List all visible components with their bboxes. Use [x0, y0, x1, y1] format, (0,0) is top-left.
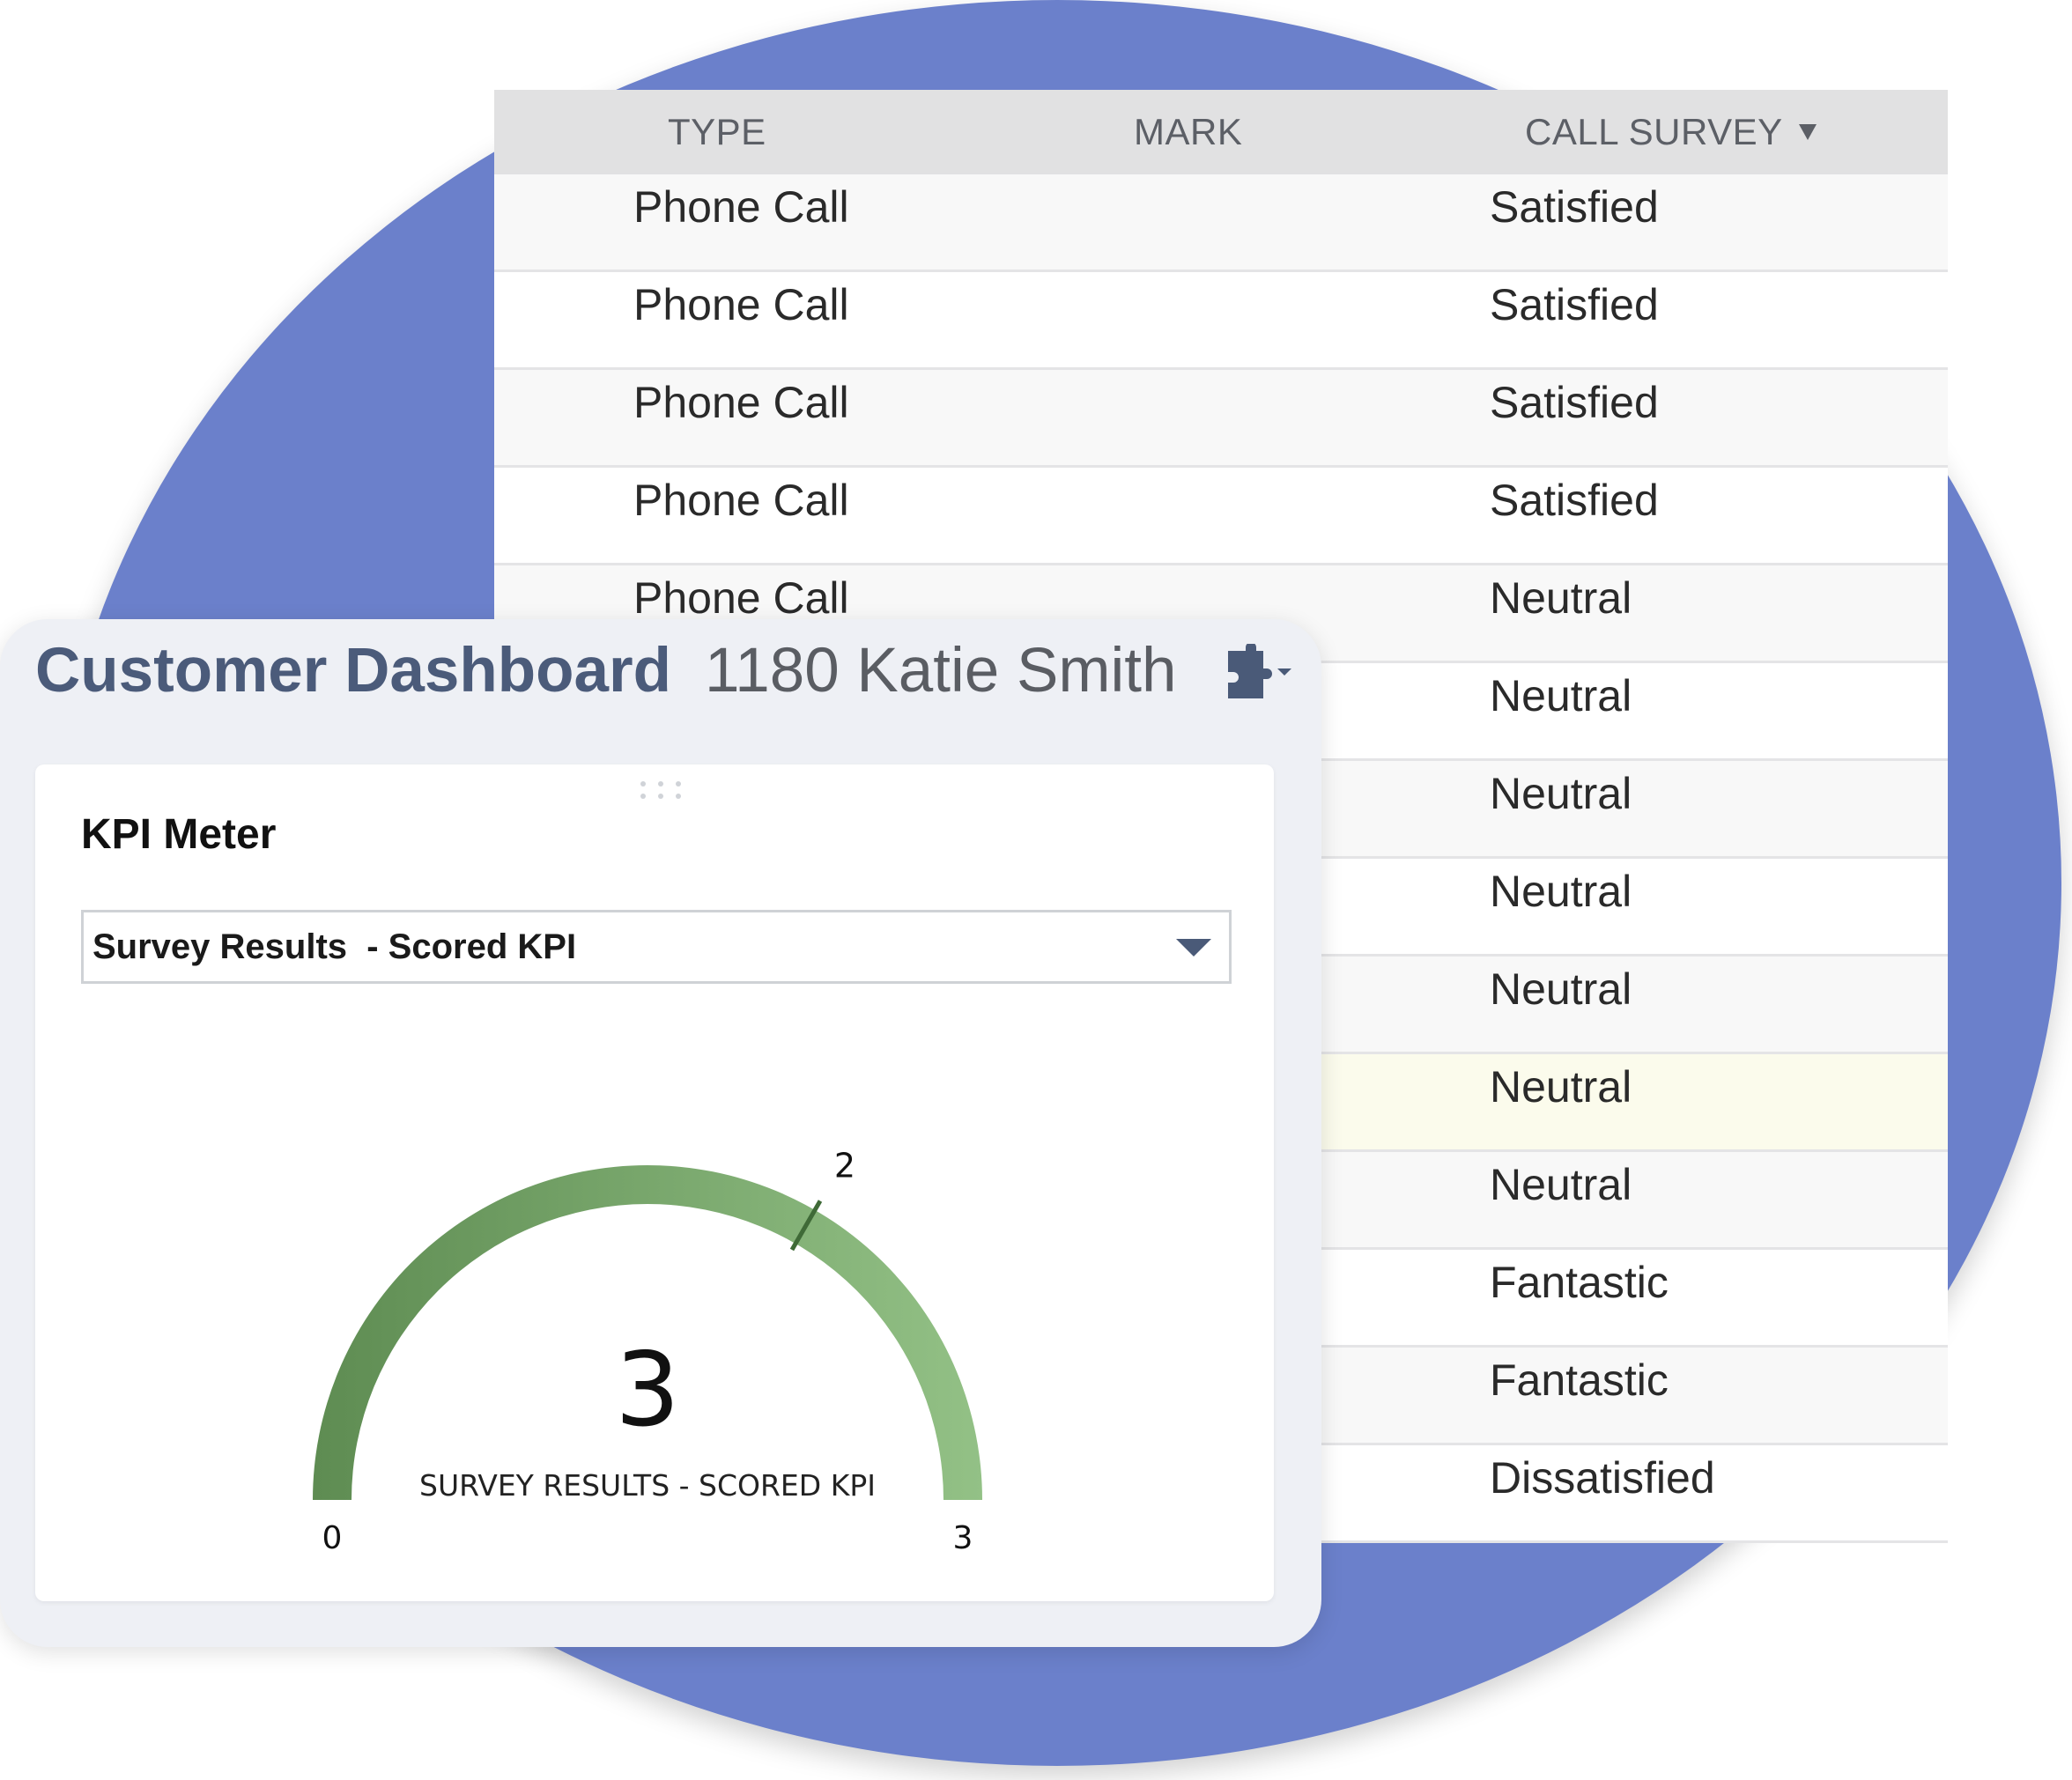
- gauge-max-label: 3: [953, 1520, 973, 1556]
- cell-call-survey: Neutral: [1490, 573, 1632, 623]
- cell-call-survey: Neutral: [1490, 671, 1632, 720]
- cell-call-survey: Fantastic: [1490, 1258, 1669, 1307]
- gauge-min-label: 0: [322, 1520, 343, 1556]
- table-row[interactable]: Phone Call Satisfied: [494, 174, 1948, 272]
- table-header: TYPE MARK CALL SURVEY: [494, 90, 1948, 174]
- customer-name: 1180 Katie Smith: [705, 636, 1177, 705]
- kpi-select[interactable]: Survey Results - Scored KPI: [81, 910, 1232, 984]
- cell-call-survey: Fantastic: [1490, 1355, 1669, 1405]
- cell-type: Phone Call: [633, 182, 849, 232]
- kpi-meter-card: KPI Meter Survey Results - Scored KPI 2 …: [35, 764, 1274, 1601]
- chevron-down-icon[interactable]: [1176, 939, 1211, 956]
- column-header-call-survey[interactable]: CALL SURVEY: [1525, 90, 1817, 174]
- drag-handle-icon[interactable]: [634, 777, 687, 803]
- cell-call-survey: Neutral: [1490, 769, 1632, 818]
- cell-call-survey: Neutral: [1490, 867, 1632, 916]
- table-row[interactable]: Phone Call Satisfied: [494, 272, 1948, 370]
- column-header-mark[interactable]: MARK: [1134, 90, 1242, 174]
- kpi-select-value: Survey Results - Scored KPI: [92, 927, 577, 966]
- puzzle-dropdown-icon[interactable]: [1216, 644, 1304, 705]
- gauge-value: 3: [615, 1331, 680, 1450]
- cell-type: Phone Call: [633, 573, 849, 623]
- cell-call-survey: Satisfied: [1490, 182, 1659, 232]
- cell-call-survey: Neutral: [1490, 1062, 1632, 1112]
- table-row[interactable]: Phone Call Satisfied: [494, 468, 1948, 565]
- cell-call-survey: Satisfied: [1490, 476, 1659, 525]
- cell-call-survey: Satisfied: [1490, 280, 1659, 329]
- cell-call-survey: Satisfied: [1490, 378, 1659, 427]
- cell-type: Phone Call: [633, 280, 849, 329]
- cell-type: Phone Call: [633, 476, 849, 525]
- customer-dashboard-panel: Customer Dashboard 1180 Katie Smith KPI …: [0, 619, 1321, 1647]
- cell-call-survey: Dissatisfied: [1490, 1453, 1715, 1503]
- triangle-down-icon[interactable]: [1798, 123, 1817, 140]
- card-title: KPI Meter: [81, 811, 277, 858]
- cell-type: Phone Call: [633, 378, 849, 427]
- table-row[interactable]: Phone Call Satisfied: [494, 370, 1948, 468]
- kpi-gauge: 2 3 SURVEY RESULTS - SCORED KPI 0 3: [313, 1146, 982, 1556]
- cell-call-survey: Neutral: [1490, 1160, 1632, 1209]
- page-title: Customer Dashboard: [35, 636, 671, 705]
- cell-call-survey: Neutral: [1490, 964, 1632, 1014]
- gauge-caption: SURVEY RESULTS - SCORED KPI: [419, 1468, 876, 1503]
- column-header-type[interactable]: TYPE: [668, 90, 766, 174]
- gauge-target-label: 2: [834, 1146, 855, 1185]
